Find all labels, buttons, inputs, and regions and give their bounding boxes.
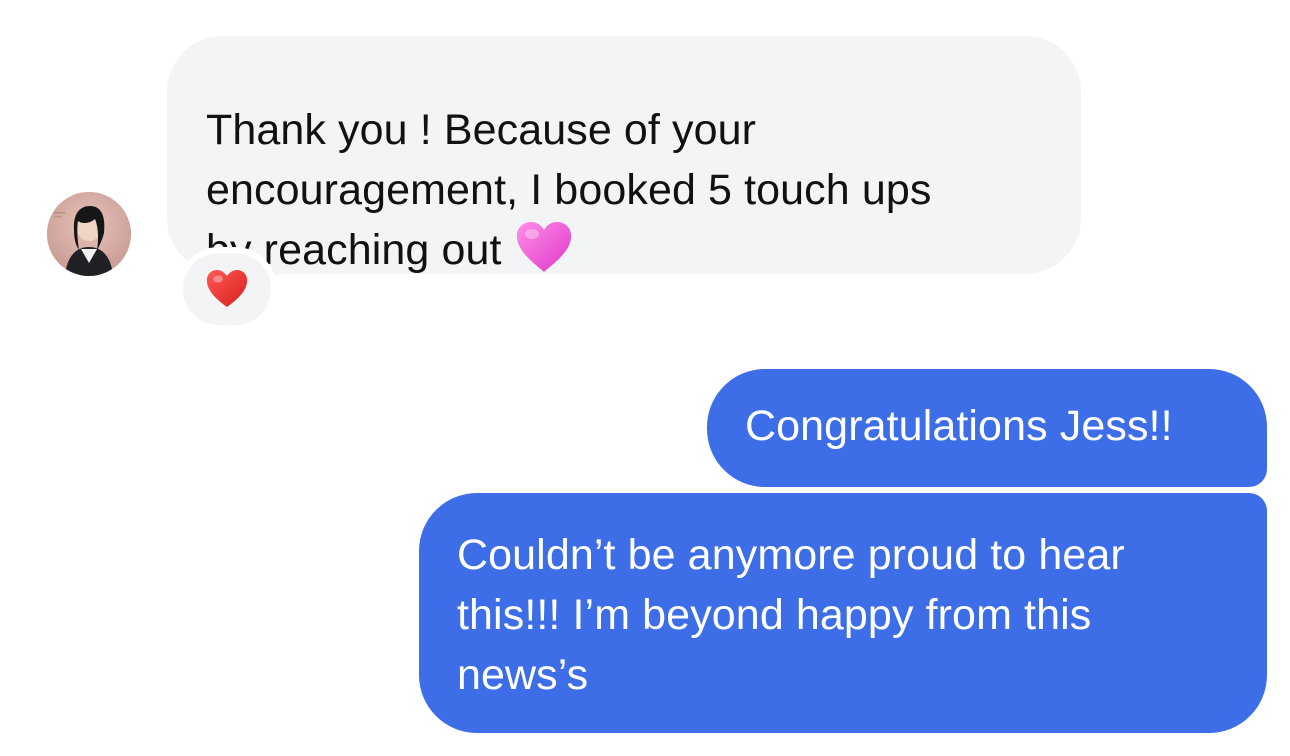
chat-thread: Thank you ! Because of your encouragemen… [0,0,1290,756]
message-text-line: Couldn’t be anymore proud to hear [457,531,1125,579]
sender-avatar[interactable] [47,192,131,276]
message-text-line: this!!! I’m beyond happy from this [457,591,1092,639]
message-reaction[interactable] [183,253,271,325]
message-text-line: Thank you ! Because of your [206,106,757,154]
incoming-message-bubble[interactable]: Thank you ! Because of your encouragemen… [167,36,1081,274]
message-text-line: by reaching out [206,220,1039,280]
message-text-line: Congratulations Jess!! [745,402,1173,450]
pink-heart-icon [514,220,574,274]
red-heart-icon [205,269,249,309]
sender-photo [47,192,131,276]
message-text-line: encouragement, I booked 5 touch ups [206,166,932,214]
outgoing-message-bubble[interactable]: Congratulations Jess!! [707,369,1267,487]
message-text-line: news’s [457,651,589,699]
outgoing-message-bubble[interactable]: Couldn’t be anymore proud to hear this!!… [419,493,1267,733]
